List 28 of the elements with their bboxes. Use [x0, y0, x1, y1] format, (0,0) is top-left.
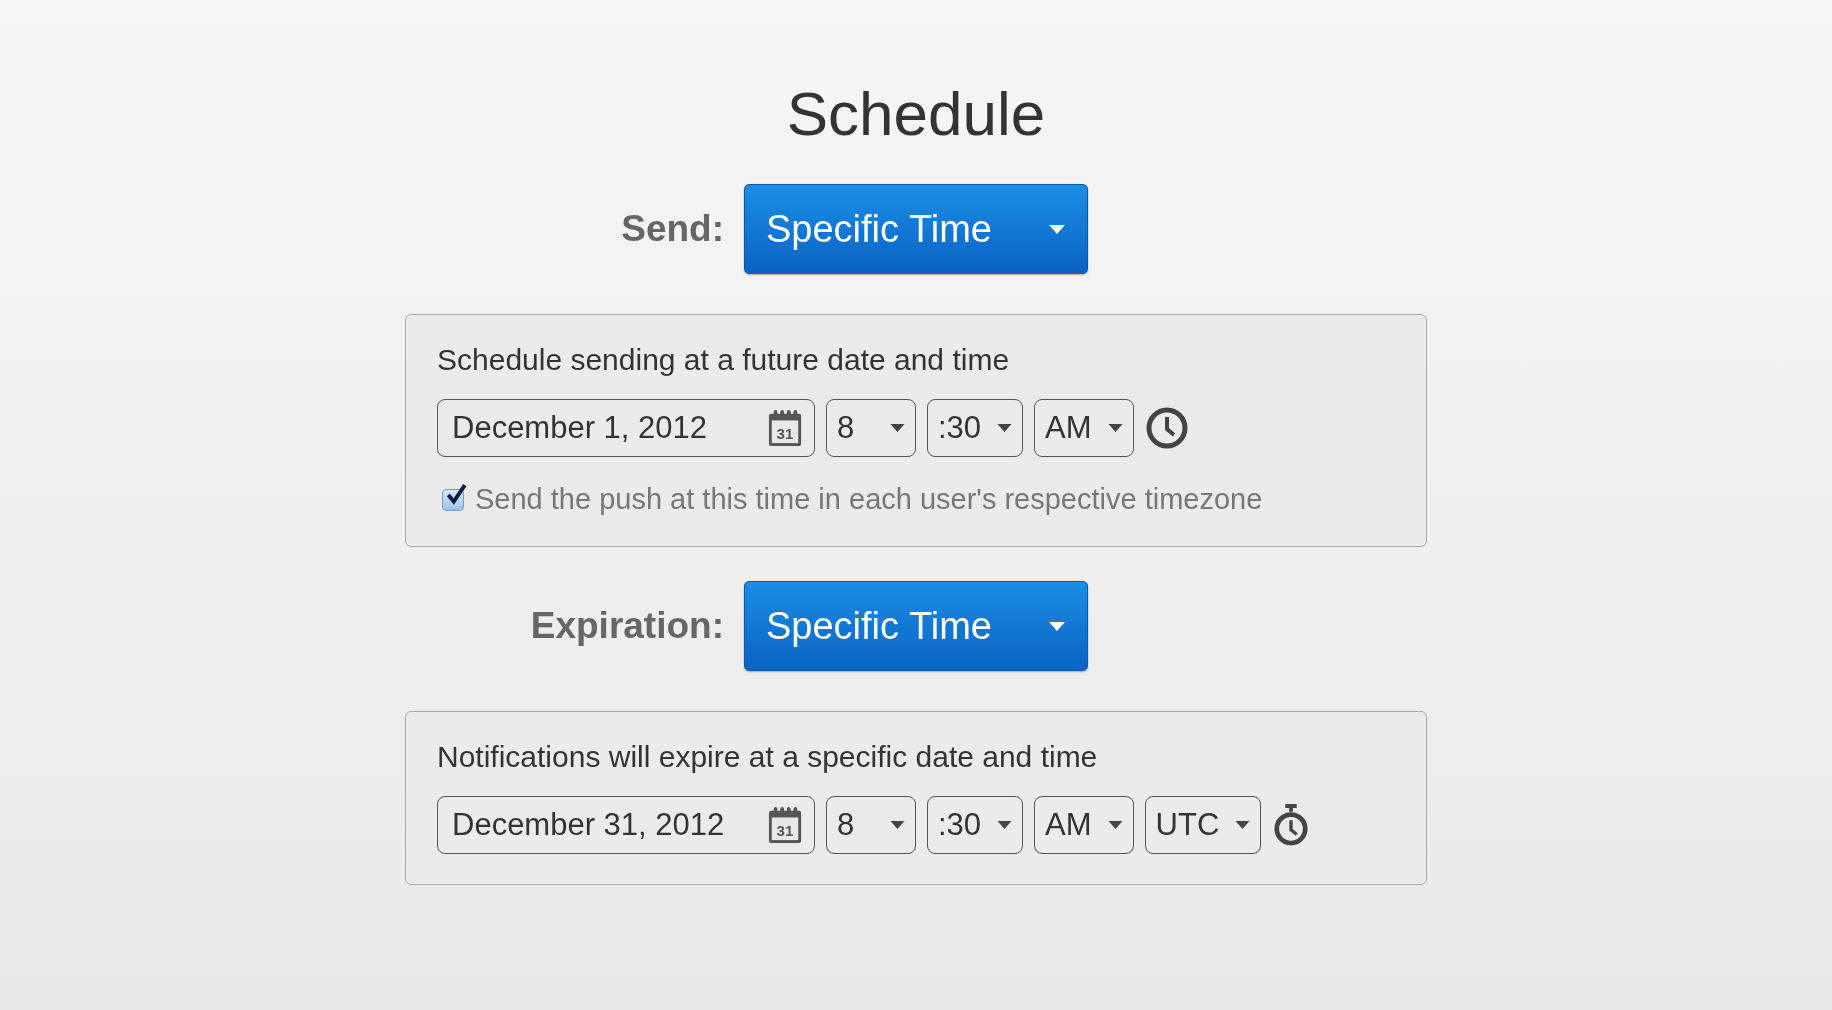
field-label: Send: [621, 208, 724, 250]
caret-icon [1107, 424, 1123, 432]
panel-description: Notifications will expire at a specific date and time [437, 740, 1098, 774]
dropdown-button[interactable]: Specific Time [744, 184, 1088, 274]
hour-select[interactable]: 8 [826, 796, 916, 854]
date-field[interactable]: December 1, 2012 31 [437, 399, 815, 457]
ampm-select[interactable]: AM [1034, 399, 1134, 457]
caret-icon [1235, 821, 1251, 829]
caret-icon [890, 821, 905, 829]
stopwatch-icon [1272, 803, 1311, 847]
timezone-select[interactable]: UTC [1144, 796, 1262, 854]
panel-description: Schedule sending at a future date and time [437, 343, 1010, 377]
minute-select[interactable]: :30 [927, 399, 1024, 457]
checkbox-label: Send the push at this time in each user's respective timezone [475, 483, 1263, 516]
dropdown-button[interactable]: Specific Time [744, 581, 1088, 671]
caret-icon [890, 424, 905, 432]
caret-icon [997, 424, 1013, 432]
date-field[interactable]: December 31, 2012 31 [437, 796, 815, 854]
page-title: Schedule [786, 78, 1046, 150]
clock-icon [1144, 406, 1189, 450]
hour-select[interactable]: 8 [826, 399, 916, 457]
caret-icon [1049, 621, 1065, 631]
caret-icon [997, 821, 1013, 829]
ampm-select[interactable]: AM [1034, 796, 1134, 854]
field-label: Expiration: [530, 605, 724, 647]
caret-icon [1049, 224, 1065, 234]
caret-icon [1107, 821, 1123, 829]
minute-select[interactable]: :30 [927, 796, 1024, 854]
